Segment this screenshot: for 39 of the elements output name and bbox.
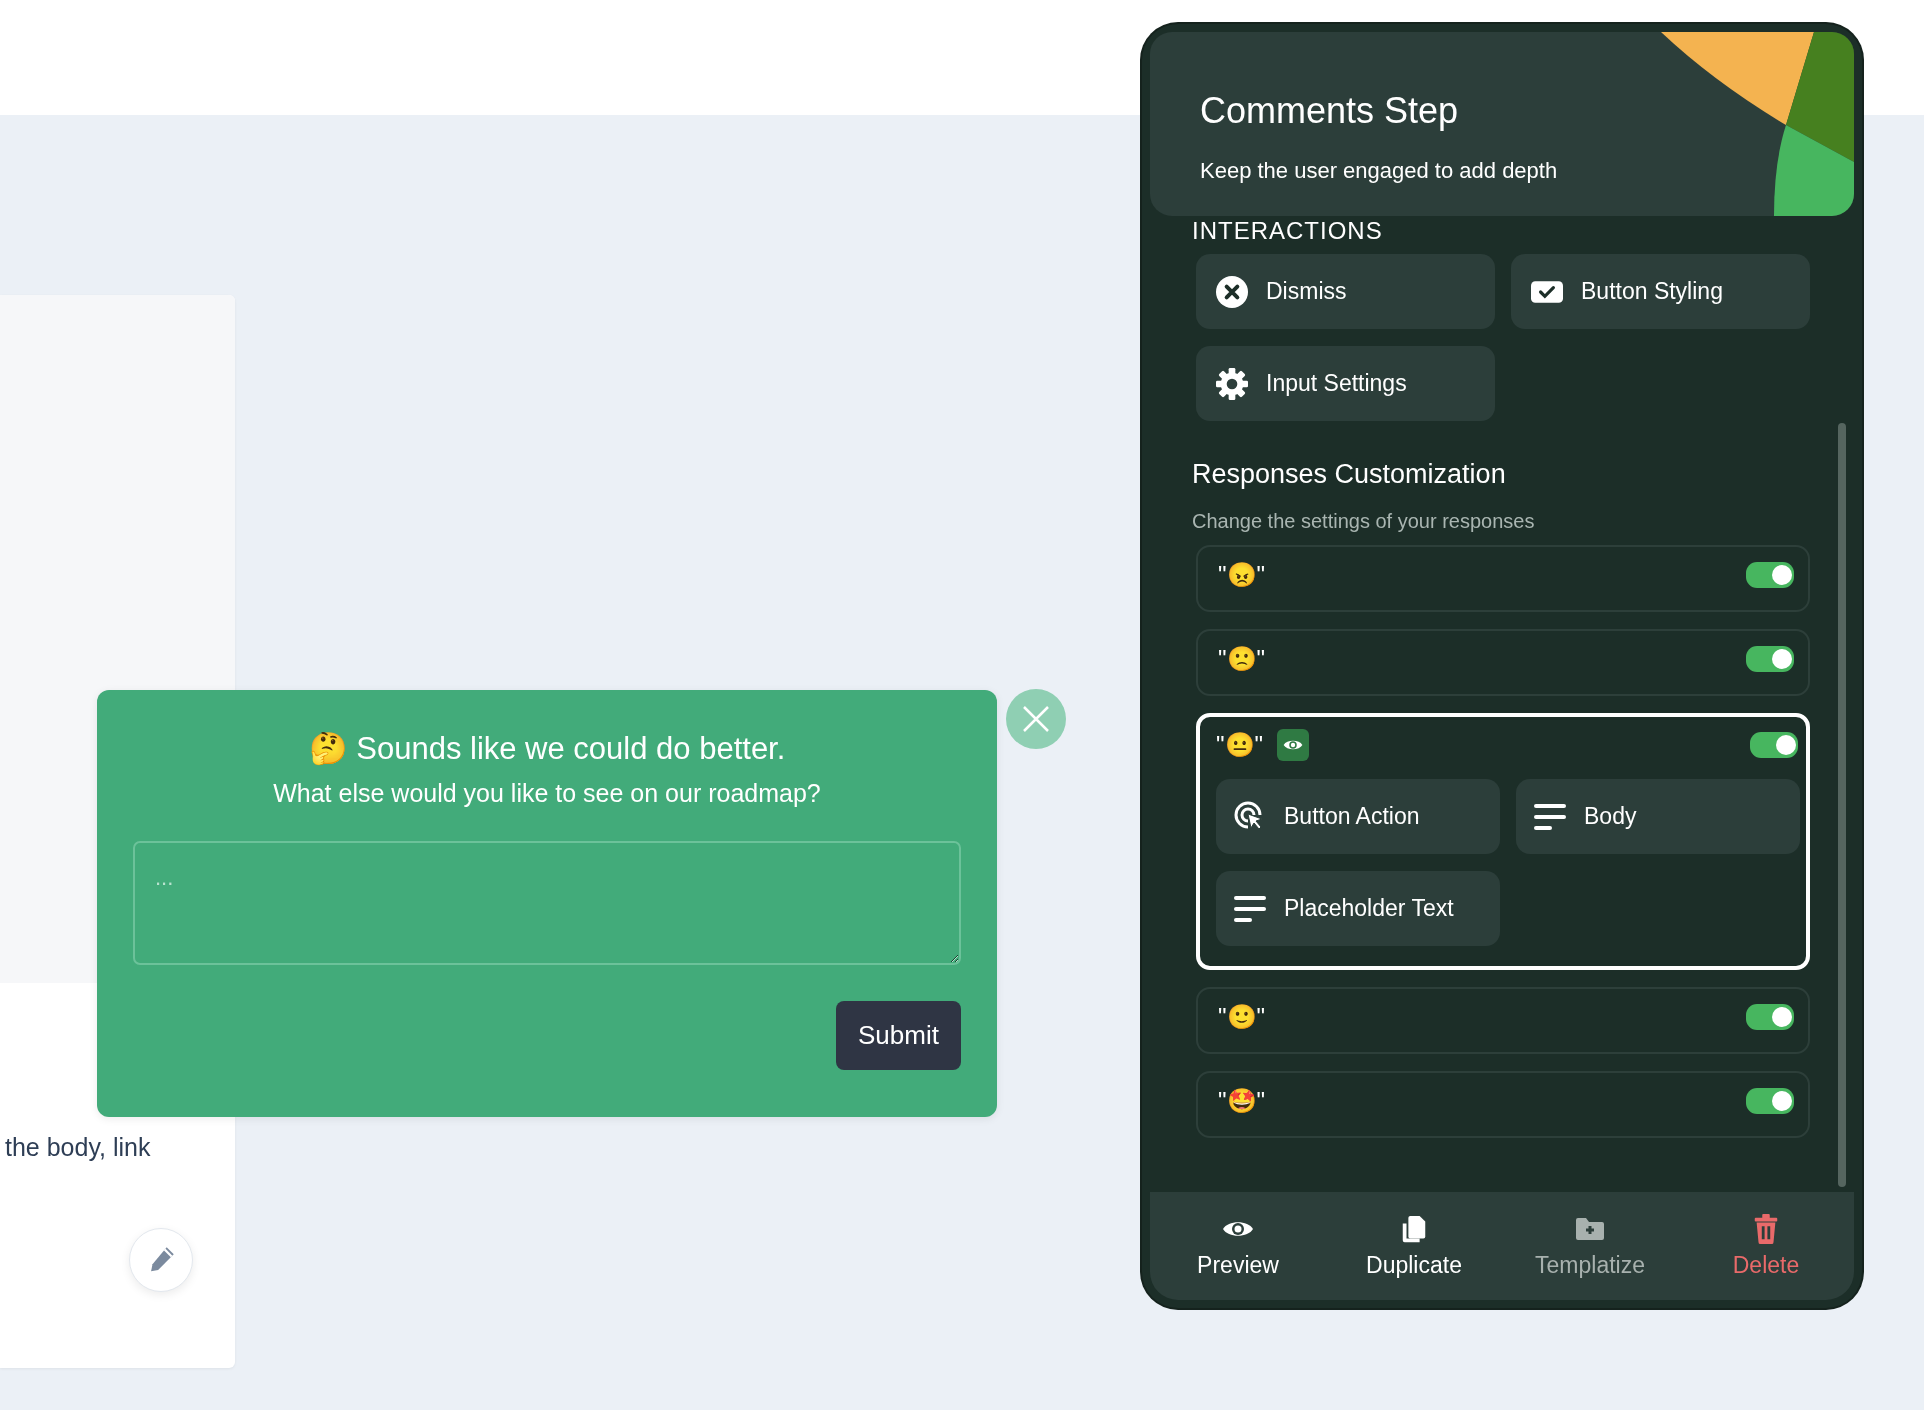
settings-icon: [1216, 367, 1248, 400]
response-label: "🙂": [1218, 1003, 1266, 1031]
response-label: "😠": [1218, 561, 1266, 589]
option-button[interactable]: Body: [1516, 779, 1800, 854]
toggle-switch[interactable]: [1746, 1004, 1794, 1030]
comment-field[interactable]: ...: [133, 841, 961, 965]
footer-action[interactable]: Delete: [1678, 1213, 1854, 1279]
response-label: "😐": [1216, 731, 1264, 759]
popup-question: What else would you like to see on our roadmap?: [273, 779, 821, 808]
panel-subtitle: Keep the user engaged to add depth: [1200, 158, 1559, 184]
response-row[interactable]: "🤩": [1196, 1071, 1810, 1138]
toggle-switch[interactable]: [1750, 732, 1798, 758]
footer-action[interactable]: Preview: [1150, 1213, 1326, 1279]
response-row[interactable]: "🙂": [1196, 987, 1810, 1054]
panel-title: Comments Step: [1200, 90, 1460, 132]
option-button[interactable]: Button Action: [1216, 779, 1500, 854]
response-row[interactable]: "🙁": [1196, 629, 1810, 696]
interaction-button[interactable]: Button Styling: [1511, 254, 1810, 329]
footer-action[interactable]: Duplicate: [1326, 1213, 1502, 1279]
section-subtitle: Change the settings of your responses: [1192, 510, 1536, 533]
response-label: "🙁": [1218, 645, 1266, 673]
scrollbar[interactable]: [1838, 423, 1846, 1187]
toggle-switch[interactable]: [1746, 1088, 1794, 1114]
section-label: INTERACTIONS: [1192, 218, 1383, 244]
section-title: Responses Customization: [1192, 459, 1507, 490]
response-row[interactable]: "😐" Button Action Body Placeholder Text: [1196, 713, 1810, 970]
popup-title: 🤔 Sounds like we could do better.: [308, 730, 786, 767]
interaction-button[interactable]: Dismiss: [1196, 254, 1495, 329]
toggle-switch[interactable]: [1746, 646, 1794, 672]
response-row[interactable]: "😠": [1196, 545, 1810, 612]
interaction-button[interactable]: Input Settings: [1196, 346, 1495, 421]
eye-icon[interactable]: [1277, 729, 1310, 761]
toggle-switch[interactable]: [1746, 562, 1794, 588]
submit-button[interactable]: Submit: [836, 1001, 961, 1070]
option-button[interactable]: Placeholder Text: [1216, 871, 1500, 946]
response-label: "🤩": [1218, 1087, 1266, 1115]
close-icon: [1216, 275, 1248, 308]
close-icon: [1021, 704, 1051, 734]
body-text: the body, link: [5, 1133, 152, 1162]
